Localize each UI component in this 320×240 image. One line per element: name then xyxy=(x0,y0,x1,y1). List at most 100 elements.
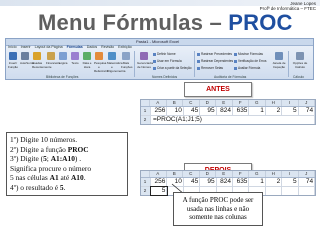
cell[interactable]: 635 xyxy=(233,107,250,115)
column-header: ABCDE FGHIJ xyxy=(141,100,315,107)
cell[interactable]: 95 xyxy=(200,178,217,186)
trace-dependents-button[interactable]: Rastrear Dependentes xyxy=(197,59,233,63)
group-label: Cálculo xyxy=(293,75,304,79)
cell[interactable]: 2 xyxy=(266,107,283,115)
tab-dados[interactable]: Dados xyxy=(87,45,97,50)
book-icon xyxy=(122,52,130,60)
show-formulas-button[interactable]: Mostrar Fórmulas xyxy=(234,52,263,56)
datetime-button[interactable]: Data e Hora xyxy=(82,52,92,69)
tag-icon xyxy=(140,52,148,60)
financial-button[interactable]: Financeira xyxy=(46,52,60,65)
use-in-formula-button[interactable]: Usar em Fórmula xyxy=(153,59,182,63)
tab-layout[interactable]: Layout da Página xyxy=(35,45,63,50)
book-icon xyxy=(59,52,67,60)
instructions-box: 1º) Digite 10 números. 2º) Digite a funç… xyxy=(6,132,128,196)
cell[interactable]: 5 xyxy=(282,178,299,186)
step-6: 4º) o resultado é 5. xyxy=(10,182,66,192)
watch-window-button[interactable]: Janela de Inspeção xyxy=(272,52,286,69)
more-functions-button[interactable]: Mais Funções xyxy=(121,52,133,69)
recent-button[interactable]: Usadas Recentemente xyxy=(32,52,52,69)
title-accent: PROC xyxy=(228,10,293,35)
evaluate-formula-button[interactable]: Avaliar Fórmula xyxy=(234,66,260,70)
corner-cell xyxy=(141,171,150,177)
tab-revisao[interactable]: Revisão xyxy=(101,45,114,50)
define-name-button[interactable]: Definir Nome xyxy=(153,52,176,56)
window-title: Pasta1 - Microsoft Excel xyxy=(136,39,180,44)
group-separator xyxy=(288,51,289,77)
excel-ribbon: Pasta1 - Microsoft Excel Início Inserir … xyxy=(5,38,314,80)
cell[interactable]: 74 xyxy=(299,178,316,186)
before-sheet: ABCDE FGHIJ 1 256 10 45 95 824 635 1 2 5… xyxy=(140,99,316,125)
cell[interactable]: 1 xyxy=(249,178,266,186)
ribbon-tabs: Início Inserir Layout da Página Fórmulas… xyxy=(8,45,132,50)
sigma-icon xyxy=(21,52,29,60)
name-manager-button[interactable]: Gerenciador de Nomes xyxy=(137,52,154,69)
tab-inicio[interactable]: Início xyxy=(8,45,17,50)
cell[interactable]: 635 xyxy=(233,178,250,186)
cell[interactable]: 5 xyxy=(282,107,299,115)
error-icon xyxy=(234,59,237,63)
tab-exibicao[interactable]: Exibição xyxy=(118,45,132,50)
book-icon xyxy=(108,52,116,60)
group-label: Nomes Definidos xyxy=(152,75,178,79)
trace-precedents-button[interactable]: Rastrear Precedentes xyxy=(197,52,232,56)
title-prefix: Menu Fórmulas – xyxy=(38,10,229,35)
formula-icon xyxy=(234,66,237,70)
formula-icon xyxy=(234,52,237,56)
cell[interactable]: 95 xyxy=(200,107,217,115)
calculator-icon xyxy=(296,52,304,60)
note-box: A função PROC pode ser usada nas linhas … xyxy=(173,192,263,226)
window-icon xyxy=(275,52,283,60)
cell[interactable]: 1 xyxy=(249,107,266,115)
group-label: Auditoria de Fórmulas xyxy=(214,75,247,79)
tag-icon xyxy=(153,59,156,63)
cell[interactable]: 256 xyxy=(151,107,168,115)
calc-options-button[interactable]: Opções de Cálculo xyxy=(292,52,308,69)
group-label: Biblioteca de Funções xyxy=(46,75,79,79)
fx-icon xyxy=(9,52,17,60)
step-3: 3º) Digite (5; A1:A10) . xyxy=(10,154,82,164)
book-icon xyxy=(47,52,55,60)
cell[interactable]: 2 xyxy=(266,178,283,186)
slide-title: Menu Fórmulas – PROC xyxy=(38,10,293,36)
text-button[interactable]: Texto xyxy=(70,52,80,65)
step-5: 5 nas células A1 até A10. xyxy=(10,173,86,183)
book-icon xyxy=(83,52,91,60)
formula-row: 2 =PROC(A1;J1;5) xyxy=(141,116,315,124)
before-label: ANTES xyxy=(184,82,252,97)
step-1: 1º) Digite 10 números. xyxy=(10,135,78,144)
create-from-selection-button[interactable]: Criar a partir da Seleção xyxy=(153,66,192,70)
group-separator xyxy=(134,51,135,77)
star-icon xyxy=(33,52,41,60)
step-2: 2º) Digite a função PROC xyxy=(10,144,89,154)
table-row: 1 256 10 45 95 824 635 1 2 5 74 xyxy=(141,107,316,116)
formula-cell[interactable]: =PROC(A1;J1;5) xyxy=(151,116,315,124)
cell[interactable]: 824 xyxy=(217,178,234,186)
tab-formulas[interactable]: Fórmulas xyxy=(67,45,83,50)
error-check-button[interactable]: Verificação de Erros xyxy=(234,59,267,63)
cell[interactable]: 256 xyxy=(151,178,168,186)
result-cell[interactable]: 5 xyxy=(149,186,169,196)
math-button[interactable]: Matemática e Trigonometria xyxy=(107,52,125,73)
tag-icon xyxy=(153,66,156,70)
arrow-icon xyxy=(197,59,200,63)
book-icon xyxy=(71,52,79,60)
table-row: 1 256 10 45 95 824 635 1 2 5 74 xyxy=(141,178,316,187)
lookup-button[interactable]: Pesquisa e Referência xyxy=(94,52,109,73)
insert-function-button[interactable]: Inserir Função xyxy=(8,52,18,69)
arrow-icon xyxy=(197,66,200,70)
tag-icon xyxy=(153,52,156,56)
corner-cell xyxy=(141,100,150,106)
tab-inserir[interactable]: Inserir xyxy=(21,45,31,50)
book-icon xyxy=(95,52,103,60)
group-separator xyxy=(194,51,195,77)
remove-arrows-button[interactable]: Remover Setas xyxy=(197,66,223,70)
cell[interactable]: 74 xyxy=(299,107,316,115)
cell[interactable]: 45 xyxy=(184,107,201,115)
step-4: Significa procure o número xyxy=(10,163,92,173)
arrow-icon xyxy=(197,52,200,56)
logical-button[interactable]: Lógica xyxy=(58,52,68,65)
autosum-button[interactable]: AutoSoma xyxy=(20,52,34,65)
cell[interactable]: 10 xyxy=(167,107,184,115)
cell[interactable]: 824 xyxy=(217,107,234,115)
